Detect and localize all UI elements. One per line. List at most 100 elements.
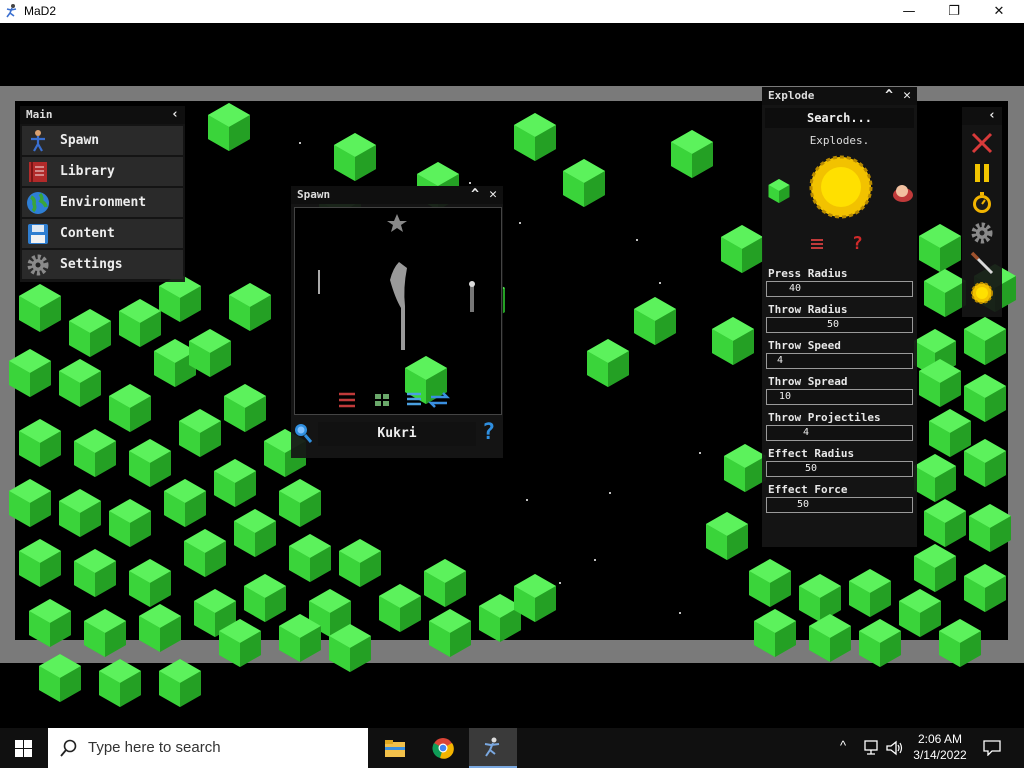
spawn-panel-minimize-button[interactable]: ^	[467, 187, 483, 203]
restore-icon: ❐	[948, 4, 960, 19]
main-panel: Main ‹ Spawn Library Environment Content	[20, 106, 185, 282]
main-panel-title: Main	[26, 108, 53, 121]
clock-time: 2:06 AM	[917, 732, 963, 746]
person-icon	[31, 129, 45, 152]
floppy-icon	[28, 223, 48, 244]
menu-item-label: Spawn	[60, 133, 100, 148]
menu-item-settings[interactable]: Settings	[22, 250, 183, 279]
chrome-icon[interactable]	[432, 737, 454, 759]
grid-icon	[375, 394, 381, 399]
windows-start-icon[interactable]	[15, 740, 32, 757]
taskbar-mad2-app[interactable]	[469, 728, 517, 768]
explode-panel-minimize-button[interactable]: ^	[881, 88, 897, 104]
search-field[interactable]: Search...	[765, 108, 914, 128]
spawn-panel-close-button[interactable]: ✕	[485, 187, 501, 203]
help-icon[interactable]: ?	[482, 420, 500, 446]
selected-item-field[interactable]: Kukri	[318, 422, 476, 446]
main-panel-collapse-button[interactable]: ‹	[167, 107, 183, 123]
menu-item-content[interactable]: Content	[22, 219, 183, 248]
explode-description: Explodes.	[809, 134, 870, 147]
explode-panel-close-button[interactable]: ✕	[899, 88, 915, 104]
explode-tools-row: ?	[762, 233, 917, 261]
spawn-panel-title: Spawn	[297, 188, 331, 201]
spawn-tools-row	[339, 392, 451, 408]
window-title: MaD2	[24, 4, 57, 18]
effect-radius-field[interactable]: 50	[766, 461, 913, 477]
favorite-star-icon	[387, 214, 407, 232]
list-icon[interactable]	[810, 237, 824, 251]
field-label: Press Radius	[768, 267, 848, 280]
field-label: Effect Radius	[768, 447, 855, 460]
knife-icon[interactable]	[970, 251, 994, 275]
layers-icon	[407, 392, 421, 406]
field-label: Effect Force	[768, 483, 848, 496]
clock[interactable]: 2:06 AM 3/14/2022	[912, 728, 968, 768]
field-label: Throw Radius	[768, 303, 848, 316]
notification-icon[interactable]	[983, 740, 1001, 756]
tool-toolbar: ‹	[962, 107, 1002, 317]
search-icon	[60, 739, 77, 757]
book-icon	[29, 161, 47, 182]
menu-item-library[interactable]: Library	[22, 157, 183, 186]
toolbar-header[interactable]: ‹	[962, 107, 1002, 125]
chevron-up-icon[interactable]: ^	[840, 738, 846, 753]
throw-radius-field[interactable]: 50	[766, 317, 913, 333]
menu-item-label: Settings	[60, 257, 123, 272]
gear-icon[interactable]	[970, 221, 994, 245]
gear-icon	[27, 254, 49, 275]
taskbar: Type here to search ^ 2:06 AM 3/14/2022	[0, 728, 1024, 768]
chevron-left-icon: ‹	[988, 108, 996, 123]
explode-fields: Press Radius 40 Throw Radius 50 Throw Sp…	[762, 267, 917, 513]
throw-spread-field[interactable]: 10	[766, 389, 913, 405]
toolbar-collapse-button[interactable]: ‹	[984, 108, 1000, 124]
taskbar-search-box[interactable]: Type here to search	[48, 728, 368, 768]
pause-icon[interactable]	[970, 161, 994, 185]
explode-help-icon[interactable]: ?	[852, 233, 863, 254]
spawn-panel: Spawn ^ ✕ Kukri ?	[291, 186, 503, 458]
explode-panel: Explode ^ ✕ Search... Explodes. ? Press …	[762, 87, 917, 547]
volume-icon[interactable]	[886, 740, 904, 756]
close-x-icon[interactable]	[970, 131, 994, 155]
effect-force-field[interactable]: 50	[766, 497, 913, 513]
menu-item-environment[interactable]: Environment	[22, 188, 183, 217]
field-label: Throw Spread	[768, 375, 848, 388]
ragdoll-head-icon	[892, 185, 913, 202]
cube-target-icon	[768, 179, 789, 203]
throw-speed-field[interactable]: 4	[766, 353, 913, 369]
window-titlebar[interactable]: MaD2 — ❐ ✕	[0, 0, 1024, 23]
kukri-icon	[390, 262, 407, 350]
field-label: Throw Projectiles	[768, 411, 881, 424]
screen: MaD2 — ❐ ✕ Main ‹ Spawn Library Environm…	[0, 0, 1024, 768]
candle-icon	[470, 286, 474, 312]
spawn-panel-header[interactable]: Spawn ^ ✕	[291, 186, 503, 204]
chevron-left-icon: ‹	[171, 107, 179, 122]
press-radius-field[interactable]: 40	[766, 281, 913, 297]
swap-icon	[339, 392, 355, 408]
explode-preview	[768, 155, 913, 219]
menu-item-label: Library	[60, 164, 115, 179]
small-item-icon	[318, 270, 320, 294]
search-icon[interactable]	[293, 422, 313, 444]
mad2-app-icon	[484, 737, 500, 757]
system-tray: ^	[836, 728, 916, 768]
restore-button[interactable]: ❐	[931, 0, 977, 23]
spawn-preview[interactable]	[294, 207, 502, 415]
throw-projectiles-field[interactable]: 4	[766, 425, 913, 441]
game-viewport[interactable]: Main ‹ Spawn Library Environment Content	[0, 23, 1024, 728]
field-label: Throw Speed	[768, 339, 841, 352]
file-explorer-icon[interactable]	[384, 738, 406, 758]
network-icon[interactable]	[862, 740, 880, 756]
menu-item-spawn[interactable]: Spawn	[22, 126, 183, 155]
main-panel-header[interactable]: Main ‹	[20, 106, 185, 124]
explosion-icon[interactable]	[970, 281, 994, 305]
stopwatch-icon[interactable]	[970, 191, 994, 215]
clock-date: 3/14/2022	[913, 748, 967, 762]
taskbar-search-placeholder: Type here to search	[88, 739, 221, 756]
explosion-icon	[809, 155, 872, 219]
minimize-icon: —	[902, 4, 916, 19]
globe-icon	[27, 191, 49, 214]
minimize-button[interactable]: —	[886, 0, 932, 23]
explode-panel-header[interactable]: Explode ^ ✕	[762, 87, 917, 105]
close-window-button[interactable]: ✕	[976, 0, 1022, 23]
menu-item-label: Content	[60, 226, 115, 241]
